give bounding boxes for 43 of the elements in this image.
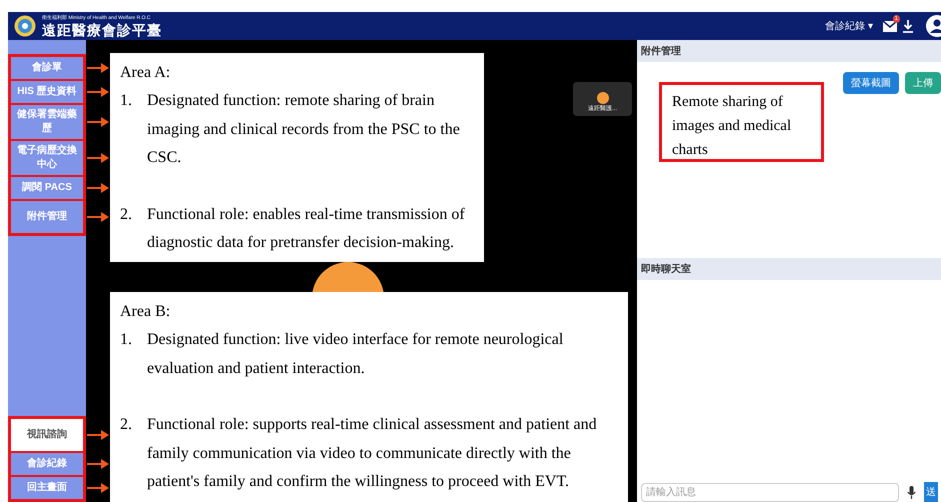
arrow-icon — [87, 459, 109, 469]
annotation-text: Designated function: live video interface for remote neurological evaluation and patient interaction. — [147, 330, 564, 378]
app-title: 遠距醫療會診平臺 — [42, 22, 162, 38]
sidebar-item[interactable]: 視訊諮詢 — [11, 419, 83, 451]
mail-icon[interactable] — [883, 20, 897, 32]
annotation-text: Functional role: supports real-time clinical assessment and patient and family communication via video to communicate directly with the patient's family and confirm the willingness to proceed with EVT. — [147, 415, 598, 492]
sidebar-item[interactable]: 附件管理 — [11, 201, 83, 233]
list-number: 1. — [120, 91, 133, 111]
sidebar-item[interactable]: 會診紀錄 — [11, 453, 83, 475]
sidebar-item[interactable]: 電子病歷交換中心 — [11, 141, 83, 175]
annotation-text: Designated function: remote sharing of brain imaging and clinical records from the PSC to the CSC. — [147, 91, 461, 168]
list-number: 1. — [120, 330, 133, 350]
arrow-icon — [87, 153, 109, 163]
records-menu[interactable]: 會診紀錄 ▾ — [825, 18, 873, 34]
annotation-heading: Area B: — [120, 302, 172, 322]
upload-button[interactable]: 上傳 — [905, 72, 941, 94]
logo-icon — [14, 15, 36, 37]
sidebar-item[interactable]: 調閱 PACS — [11, 177, 83, 199]
send-button[interactable]: 送 — [924, 482, 938, 502]
arrow-icon — [87, 117, 109, 127]
list-number: 2. — [120, 415, 133, 435]
arrow-icon — [87, 63, 109, 73]
annotation-text: Remote sharing of images and medical charts — [672, 94, 792, 158]
annotation-text: Functional role: enables real-time transmission of diagnostic data for pretransfer decision-making. — [147, 204, 466, 253]
arrow-icon — [87, 87, 109, 97]
arrow-icon — [87, 183, 109, 193]
sidebar-item[interactable]: 回主畫面 — [11, 477, 83, 499]
arrow-icon — [87, 430, 109, 440]
participant-avatar — [596, 92, 608, 104]
sidebar-item[interactable]: 會診單 — [11, 57, 83, 79]
download-icon[interactable] — [903, 20, 913, 32]
arrow-icon — [87, 212, 109, 222]
annotation-heading: Area A: — [120, 63, 172, 83]
panel-title: 即時聊天室 — [641, 262, 691, 276]
list-number: 2. — [120, 204, 133, 224]
screenshot-button[interactable]: 螢幕截圖 — [843, 72, 899, 94]
microphone-icon[interactable] — [907, 486, 916, 498]
arrow-icon — [87, 483, 109, 493]
avatar-icon[interactable] — [925, 15, 941, 37]
panel-title: 附件管理 — [641, 44, 681, 58]
sidebar-item[interactable]: 健保署雲端藥歷 — [11, 105, 83, 139]
sidebar-item[interactable]: HIS 歷史資料 — [11, 81, 83, 103]
message-input[interactable]: 請輸入訊息 — [641, 482, 899, 502]
